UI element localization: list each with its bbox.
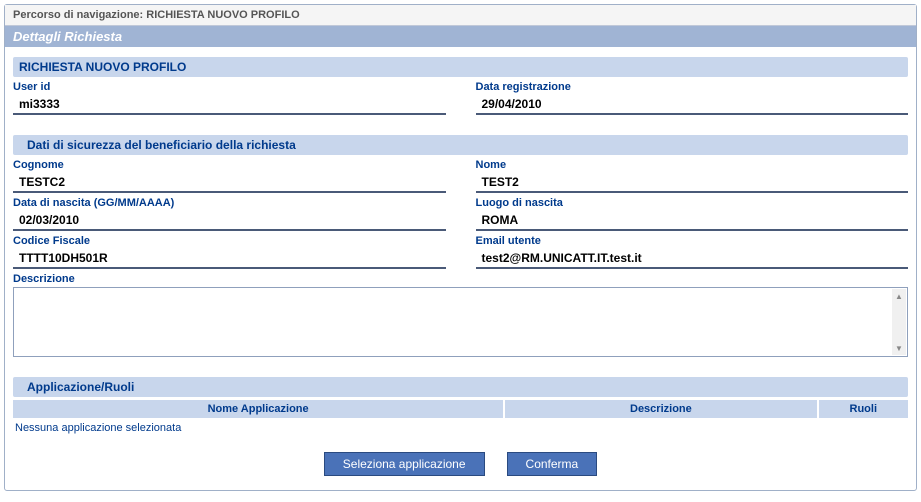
breadcrumb-prefix: Percorso di navigazione: — [13, 9, 143, 21]
nome-label: Nome — [476, 159, 909, 171]
conferma-button[interactable]: Conferma — [507, 452, 598, 476]
email-value: test2@RM.UNICATT.IT.test.it — [476, 249, 909, 269]
descrizione-textarea[interactable]: ▲ ▼ — [13, 287, 908, 357]
cognome-value: TESTC2 — [13, 173, 446, 193]
descrizione-label: Descrizione — [13, 273, 908, 285]
breadcrumb-path: RICHIESTA NUOVO PROFILO — [143, 9, 299, 21]
page-title: Dettagli Richiesta — [5, 26, 916, 47]
cognome-label: Cognome — [13, 159, 446, 171]
th-descrizione: Descrizione — [505, 400, 818, 418]
luogo-value: ROMA — [476, 211, 909, 231]
form-frame: Percorso di navigazione: RICHIESTA NUOVO… — [4, 4, 917, 491]
section-security-header: Dati di sicurezza del beneficiario della… — [13, 135, 908, 155]
content-area: RICHIESTA NUOVO PROFILO User id mi3333 D… — [5, 47, 916, 490]
email-label: Email utente — [476, 235, 909, 247]
dob-value: 02/03/2010 — [13, 211, 446, 231]
th-ruoli: Ruoli — [819, 400, 909, 418]
breadcrumb: Percorso di navigazione: RICHIESTA NUOVO… — [5, 5, 916, 26]
section-app-header: Applicazione/Ruoli — [13, 377, 908, 397]
cf-value: TTTT10DH501R — [13, 249, 446, 269]
datareg-value: 29/04/2010 — [476, 95, 909, 115]
table-empty-message: Nessuna applicazione selezionata — [13, 418, 908, 444]
button-row: Seleziona applicazione Conferma — [13, 452, 908, 476]
nome-value: TEST2 — [476, 173, 909, 193]
luogo-label: Luogo di nascita — [476, 197, 909, 209]
section-main-header: RICHIESTA NUOVO PROFILO — [13, 57, 908, 77]
scrollbar[interactable]: ▲ ▼ — [892, 289, 906, 355]
scroll-up-icon[interactable]: ▲ — [892, 289, 906, 303]
datareg-label: Data registrazione — [476, 81, 909, 93]
app-table-header: Nome Applicazione Descrizione Ruoli — [13, 400, 908, 418]
th-nome-applicazione: Nome Applicazione — [13, 400, 505, 418]
userid-value: mi3333 — [13, 95, 446, 115]
userid-label: User id — [13, 81, 446, 93]
seleziona-applicazione-button[interactable]: Seleziona applicazione — [324, 452, 485, 476]
cf-label: Codice Fiscale — [13, 235, 446, 247]
dob-label: Data di nascita (GG/MM/AAAA) — [13, 197, 446, 209]
scroll-down-icon[interactable]: ▼ — [892, 341, 906, 355]
